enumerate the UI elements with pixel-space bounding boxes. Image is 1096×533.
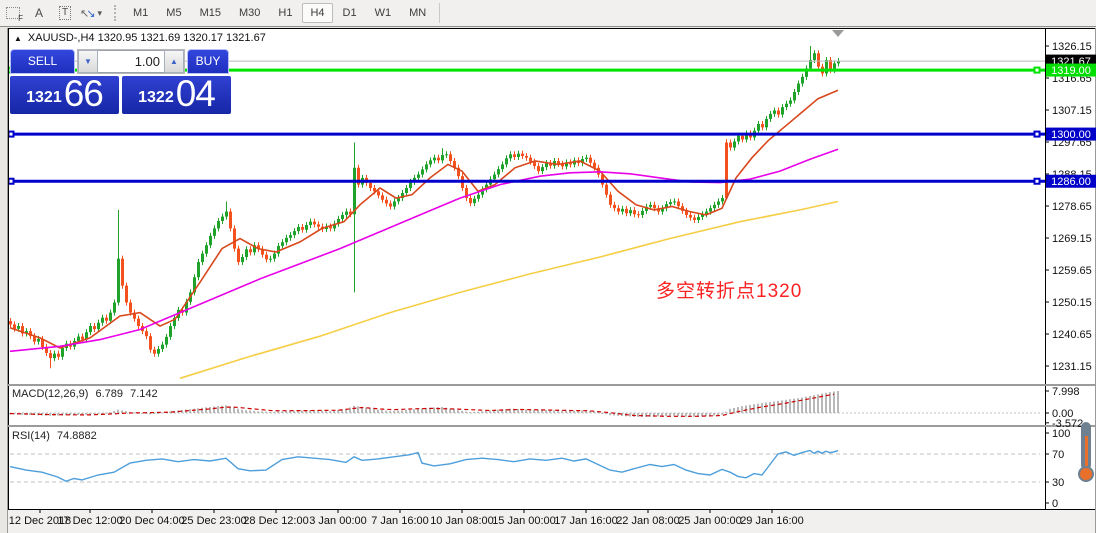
thermometer-bulb [1078,466,1094,482]
chart-collapse-icon[interactable]: ▲ [14,34,22,43]
pane-divider[interactable] [8,425,1096,427]
sell-button[interactable]: SELL [10,49,75,74]
sell-price-points: 66 [63,73,104,114]
rsi-name: RSI(14) [12,430,50,442]
volume-decrease-button[interactable]: ▼ [78,50,98,73]
buy-price-points: 04 [175,73,216,114]
rsi-pane-label: RSI(14) 74.8882 [12,430,97,442]
mt4-chart-window: F A T ↖ ↘ ▾ M1M5M15M30H1H4D1W1MN 1326.15… [0,0,1096,533]
chart-title-row: ▲ XAUUSD-,H4 1320.95 1321.69 1320.17 132… [14,31,266,45]
buy-button[interactable]: BUY [187,49,229,74]
buy-price-prefix: 1322 [138,89,174,106]
macd-name: MACD(12,26,9) [12,388,89,400]
rsi-scale-label: 70 [1052,449,1064,461]
rsi-scale-label: 30 [1052,477,1064,489]
macd-value-1: 6.789 [95,388,124,400]
volume-control: ▼ ▲ [77,49,185,74]
macd-pane-label: MACD(12,26,9) 6.789 7.142 [12,388,158,400]
chart-title: XAUUSD-,H4 1320.95 1321.69 1320.17 1321.… [27,32,266,44]
trade-panel-top-row: SELL ▼ ▲ BUY [10,49,229,74]
volume-input[interactable] [98,50,164,73]
sell-price-display[interactable]: 1321 66 [10,73,119,114]
rsi-scale-label: 0 [1052,498,1058,510]
chart-annotation-text[interactable]: 多空转折点1320 [656,276,802,303]
rsi-value: 74.8882 [56,430,97,442]
window-left-gutter [0,28,8,533]
thermometer-icon [1076,422,1096,488]
macd-value-2: 7.142 [130,388,158,400]
buy-price-display[interactable]: 1322 04 [122,73,231,114]
volume-increase-button[interactable]: ▲ [164,50,184,73]
one-click-trading-panel: SELL ▼ ▲ BUY 1321 66 1322 04 [10,49,232,114]
rsi-scale-label: 100 [1052,428,1070,440]
sell-price-prefix: 1321 [26,89,62,106]
pane-divider[interactable] [8,384,1096,386]
time-axis-drag-area[interactable] [8,509,1045,533]
macd-scale-label: 7.998 [1052,386,1080,398]
